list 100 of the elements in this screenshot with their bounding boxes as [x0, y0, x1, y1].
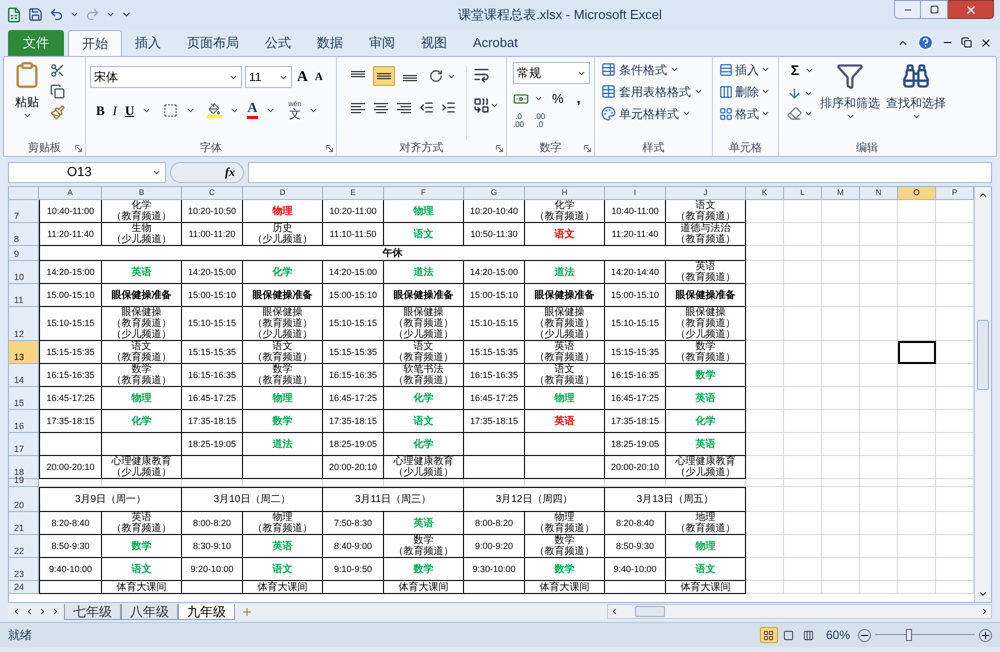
ribbon-tab[interactable]: 视图: [408, 30, 460, 56]
row-header[interactable]: 23: [9, 558, 39, 581]
cells-menu-button[interactable]: 格式: [719, 104, 778, 123]
autosum-button[interactable]: Σ: [787, 60, 803, 81]
ribbon-tab[interactable]: 开始: [68, 30, 122, 56]
zoom-out-icon[interactable]: [858, 628, 871, 642]
dialog-launcher-icon[interactable]: [584, 145, 591, 152]
caret-icon[interactable]: [534, 94, 543, 103]
caret-icon[interactable]: [804, 109, 813, 118]
column-header[interactable]: A: [39, 187, 102, 200]
sheet-tab[interactable]: 八年级: [121, 604, 178, 620]
row-header[interactable]: 24: [9, 581, 39, 594]
row-header[interactable]: 19: [9, 479, 39, 487]
cells-menu-button[interactable]: 插入: [719, 60, 778, 79]
row-header[interactable]: 10: [9, 261, 39, 284]
increase-decimal-button[interactable]: .0 .00: [513, 113, 524, 129]
zoom-slider-thumb[interactable]: [906, 629, 912, 641]
row-header[interactable]: 12: [9, 307, 39, 341]
sheet-tab[interactable]: 九年级: [178, 604, 235, 620]
app-icon[interactable]: [6, 6, 22, 22]
increase-indent-icon[interactable]: [441, 100, 456, 115]
bold-button[interactable]: B: [96, 100, 105, 120]
align-left-icon[interactable]: [350, 102, 366, 114]
last-sheet-icon[interactable]: [51, 607, 60, 616]
column-header[interactable]: B: [102, 187, 182, 200]
align-center-icon[interactable]: [373, 102, 389, 114]
column-header[interactable]: C: [182, 187, 243, 200]
sort-filter-button[interactable]: 排序和筛选: [820, 60, 880, 140]
row-header[interactable]: 8: [9, 223, 39, 246]
horizontal-scrollbar[interactable]: [607, 604, 992, 619]
caret-icon[interactable]: [490, 101, 499, 110]
ribbon-tab[interactable]: Acrobat: [460, 30, 531, 56]
italic-button[interactable]: I: [112, 100, 118, 120]
font-color-button[interactable]: A: [247, 102, 258, 119]
fill-color-icon[interactable]: [207, 102, 222, 118]
restore-button[interactable]: [921, 0, 948, 19]
number-format-field[interactable]: 常规: [513, 62, 590, 84]
previous-sheet-icon[interactable]: [25, 607, 34, 616]
row-header[interactable]: 15: [9, 387, 39, 410]
vertical-align-button[interactable]: [373, 66, 395, 86]
column-header[interactable]: P: [936, 187, 974, 200]
first-sheet-icon[interactable]: [12, 607, 21, 616]
ribbon-tab[interactable]: 数据: [304, 30, 356, 56]
percent-button[interactable]: %: [552, 88, 564, 108]
ribbon-tab[interactable]: 插入: [122, 30, 174, 56]
close-icon[interactable]: [980, 36, 992, 48]
ribbon-tab[interactable]: 页面布局: [174, 30, 252, 56]
row-header[interactable]: 22: [9, 535, 39, 558]
styles-menu-button[interactable]: 套用表格格式: [601, 82, 712, 101]
vertical-scrollbar[interactable]: [974, 187, 991, 602]
borders-icon[interactable]: [163, 102, 178, 118]
zoom-slider[interactable]: [875, 628, 975, 642]
decrease-decimal-button[interactable]: .00 .0: [534, 113, 546, 129]
row-header[interactable]: 14: [9, 364, 39, 387]
ribbon-tab[interactable]: 公式: [252, 30, 304, 56]
undo-icon[interactable]: [49, 7, 64, 22]
help-icon[interactable]: [917, 34, 934, 51]
shrink-font-button[interactable]: A: [312, 69, 325, 86]
insert-function-label[interactable]: fx: [225, 163, 235, 181]
styles-menu-button[interactable]: 条件格式: [601, 60, 712, 79]
scroll-left-icon[interactable]: [610, 607, 619, 616]
zoom-in-icon[interactable]: [979, 628, 992, 642]
column-header[interactable]: I: [605, 187, 666, 200]
view-button[interactable]: [760, 627, 778, 643]
clear-icon[interactable]: [787, 106, 802, 121]
row-header[interactable]: 11: [9, 284, 39, 307]
wrap-text-icon[interactable]: [473, 66, 490, 83]
orientation-icon[interactable]: [429, 69, 443, 83]
find-select-button[interactable]: 查找和选择: [886, 60, 946, 140]
paste-button[interactable]: 粘贴: [10, 61, 44, 120]
next-sheet-icon[interactable]: [38, 607, 47, 616]
align-right-icon[interactable]: [396, 102, 412, 114]
merge-cells-icon[interactable]: [473, 97, 490, 114]
close-button[interactable]: [948, 0, 994, 19]
row-header[interactable]: 16: [9, 410, 39, 433]
column-header[interactable]: O: [898, 187, 936, 200]
new-sheet-icon[interactable]: [241, 606, 253, 618]
dialog-launcher-icon[interactable]: [326, 145, 333, 152]
column-header[interactable]: M: [822, 187, 860, 200]
column-header[interactable]: L: [784, 187, 822, 200]
underline-button[interactable]: U: [125, 100, 134, 120]
column-header[interactable]: G: [464, 187, 525, 200]
row-header[interactable]: 20: [9, 487, 39, 512]
cut-icon[interactable]: [50, 63, 65, 78]
file-tab[interactable]: 文件: [8, 30, 64, 56]
column-header[interactable]: D: [243, 187, 323, 200]
font-family-field[interactable]: 宋体: [90, 66, 242, 88]
fill-icon[interactable]: [787, 86, 802, 101]
restore-icon[interactable]: [961, 37, 972, 48]
styles-menu-button[interactable]: 单元格样式: [601, 104, 712, 123]
copy-icon[interactable]: [50, 84, 65, 99]
row-header[interactable]: 13: [9, 341, 39, 364]
column-header[interactable]: H: [525, 187, 605, 200]
row-header[interactable]: 7: [9, 200, 39, 223]
scroll-thumb[interactable]: [634, 606, 664, 617]
sheet-tab[interactable]: 七年级: [64, 604, 121, 620]
dialog-launcher-icon[interactable]: [75, 145, 82, 152]
caret-icon[interactable]: [805, 66, 814, 75]
caret-icon[interactable]: [70, 10, 79, 19]
column-header[interactable]: E: [323, 187, 384, 200]
